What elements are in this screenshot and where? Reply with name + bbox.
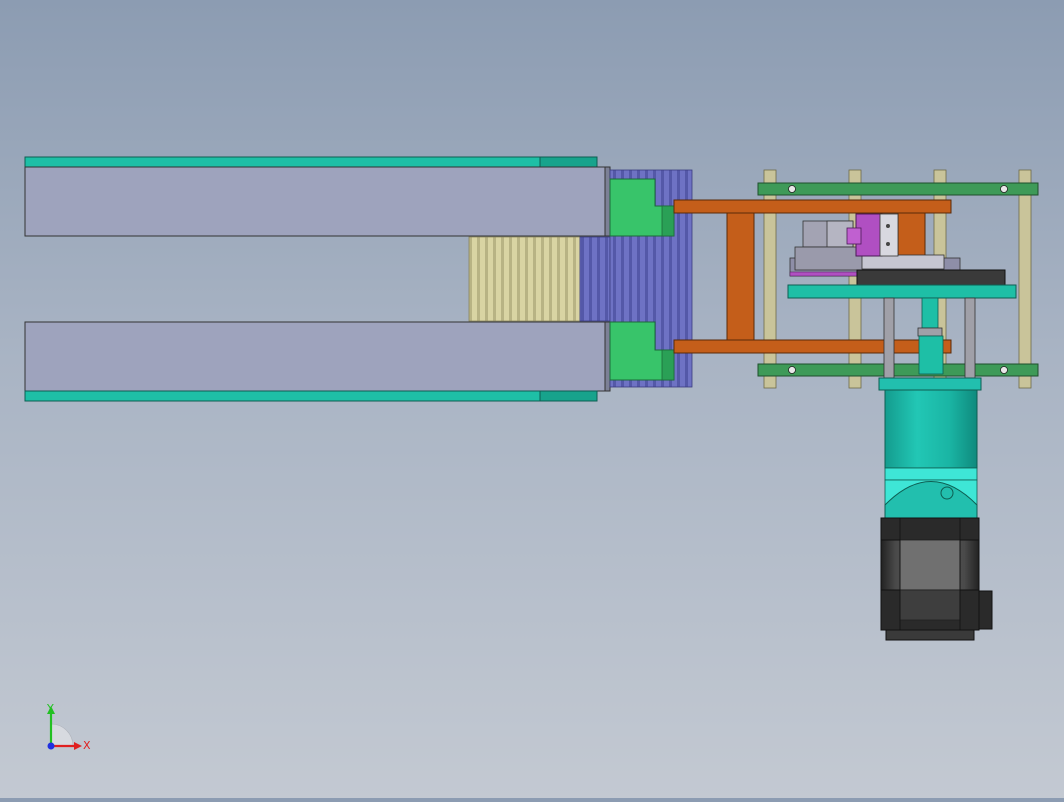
gearbox: [878, 377, 982, 519]
lower-gripper-arm: [24, 321, 611, 402]
lower-green-rail: [757, 363, 1039, 377]
servo-motor: [880, 517, 993, 641]
cad-viewport[interactable]: Y X: [0, 0, 1064, 798]
upper-green-rail: [757, 182, 1039, 196]
cad-model-view[interactable]: Y X: [0, 0, 1064, 798]
x-axis-label: X: [83, 739, 91, 752]
x-axis-arrow: [74, 742, 82, 750]
z-axis-dot: [47, 742, 55, 750]
upper-gripper-arm: [24, 156, 611, 237]
coordinate-triad: Y X: [46, 702, 91, 752]
y-axis-label: Y: [46, 702, 54, 715]
